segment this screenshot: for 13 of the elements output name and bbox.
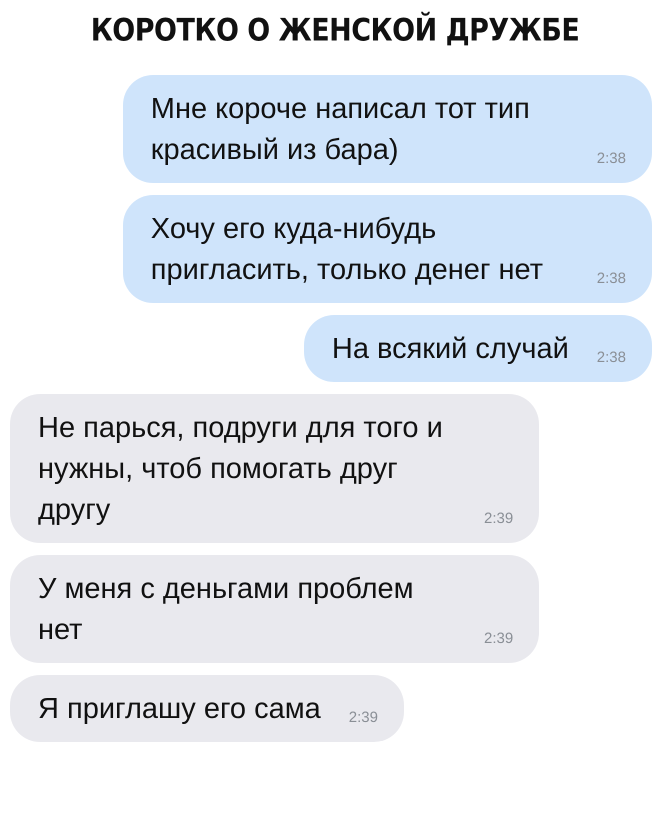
message-text: На всякий случай — [332, 332, 569, 367]
message-text: Мне короче написал тот тип красивый из бара) — [150, 92, 531, 168]
message-time: 2:39 — [483, 630, 514, 649]
message-time: 2:39 — [483, 510, 514, 529]
message-time: 2:38 — [596, 270, 626, 289]
message-text: Не парься, подруги для того и нужны, чтоб помогать друг другу — [38, 411, 444, 528]
message-time: 2:38 — [596, 349, 626, 368]
message-text: Хочу его куда-нибудь пригласить, только денег нет — [150, 212, 544, 288]
message-text: У меня с деньгами проблем нет — [38, 572, 415, 648]
message-time: 2:38 — [596, 150, 626, 169]
message-text: Я приглашу его сама — [38, 692, 321, 727]
meme-title: КОРОТКО О ЖЕНСКОЙ ДРУЖБЕ — [90, 10, 580, 48]
message-time: 2:39 — [348, 709, 378, 728]
